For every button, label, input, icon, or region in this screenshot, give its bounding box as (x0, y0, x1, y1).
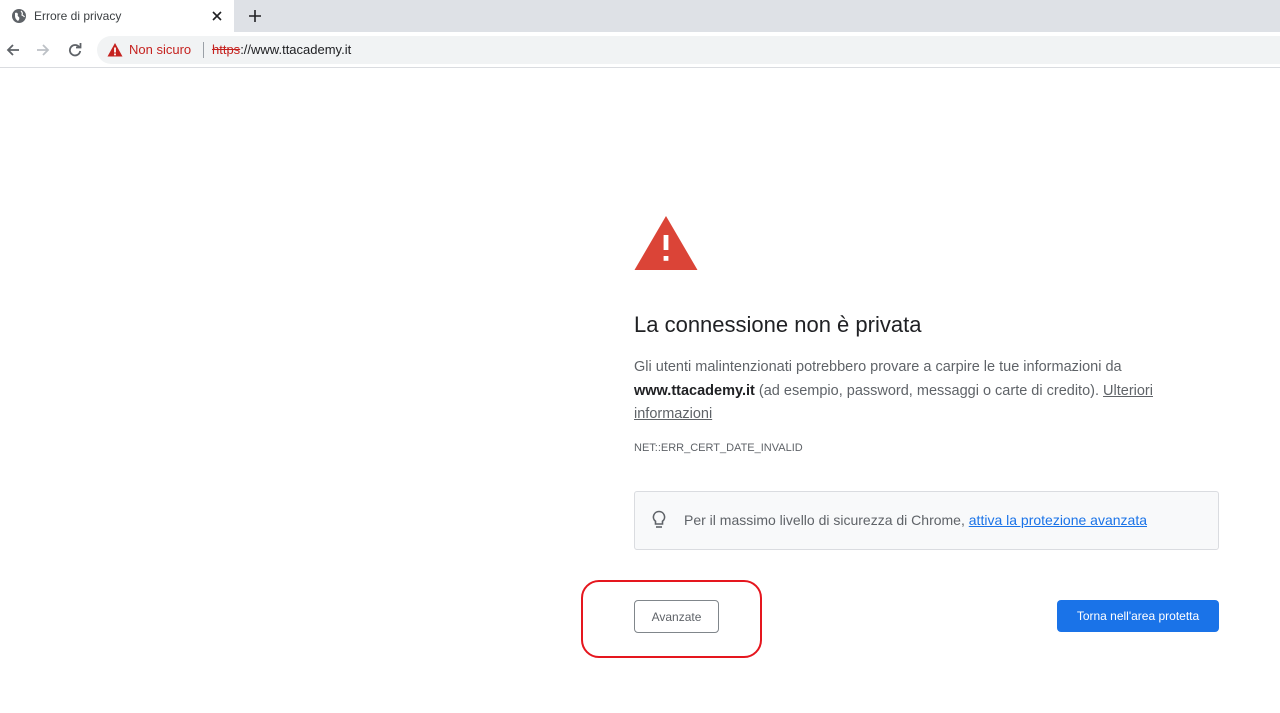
not-secure-label[interactable]: Non sicuro (129, 42, 191, 57)
url-host: ://www.ttacademy.it (240, 42, 352, 57)
enhanced-protection-link[interactable]: attiva la protezione avanzata (969, 512, 1147, 528)
toolbar: Non sicuro https://www.ttacademy.it (0, 32, 1280, 68)
domain-name: www.ttacademy.it (634, 382, 755, 399)
explanation-part-1: Gli utenti malintenzionati potrebbero pr… (634, 359, 1122, 375)
url-scheme: https (212, 42, 241, 57)
enhanced-protection-text: Per il massimo livello di sicurezza di C… (684, 512, 1147, 528)
enhanced-protection-box: Per il massimo livello di sicurezza di C… (634, 491, 1219, 550)
warning-icon[interactable] (107, 42, 123, 58)
arrow-right-icon[interactable] (31, 38, 55, 62)
explanation-part-2: (ad esempio, password, messaggi o carte … (754, 382, 1104, 399)
close-icon[interactable] (208, 7, 226, 25)
advanced-button[interactable]: Avanzate (634, 600, 719, 633)
address-bar[interactable]: Non sicuro https://www.ttacademy.it (97, 36, 1280, 64)
error-code: NET::ERR_CERT_DATE_INVALID (634, 442, 803, 454)
interstitial-page: La connessione non è privata Gli utenti … (0, 68, 1280, 713)
url-text[interactable]: https://www.ttacademy.it (212, 42, 351, 57)
plus-icon[interactable] (244, 5, 266, 27)
omnibox-divider (203, 42, 204, 58)
globe-icon (12, 9, 26, 23)
enhanced-protection-label: Per il massimo livello di sicurezza di C… (684, 512, 969, 528)
back-to-safety-button[interactable]: Torna nell'area protetta (1057, 600, 1219, 632)
tab-title: Errore di privacy (34, 9, 122, 23)
lightbulb-icon (652, 510, 666, 528)
tab-strip: Errore di privacy (0, 0, 1280, 32)
page-title: La connessione non è privata (634, 312, 922, 337)
reload-icon[interactable] (63, 38, 87, 62)
tab-privacy-error[interactable]: Errore di privacy (0, 0, 234, 32)
warning-triangle-icon (634, 216, 698, 270)
arrow-left-icon[interactable] (1, 38, 25, 62)
explanation-text: Gli utenti malintenzionati potrebbero pr… (634, 356, 1194, 427)
